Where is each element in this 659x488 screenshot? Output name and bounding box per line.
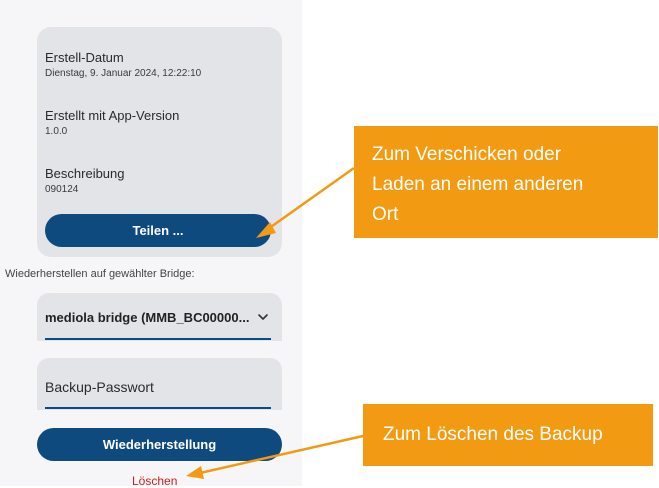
restore-button[interactable]: Wiederherstellung bbox=[37, 428, 282, 461]
share-callout-line-1: Zum Verschicken oder bbox=[372, 144, 562, 165]
app-version-label: Erstellt mit App-Version bbox=[45, 108, 180, 123]
description-value: 090124 bbox=[45, 184, 79, 195]
share-callout: Zum Verschicken oder Laden an einem ande… bbox=[354, 126, 658, 238]
share-button[interactable]: Teilen ... bbox=[45, 214, 271, 247]
bridge-select-value[interactable]: mediola bridge (MMB_BC00000... bbox=[45, 310, 249, 325]
share-callout-line-3: Ort bbox=[372, 204, 399, 225]
app-version-value: 1.0.0 bbox=[45, 126, 68, 137]
password-field-underline bbox=[45, 407, 271, 409]
backup-password-placeholder[interactable]: Backup-Passwort bbox=[45, 379, 154, 395]
bridge-select-underline bbox=[45, 338, 271, 340]
chevron-down-icon[interactable] bbox=[256, 310, 270, 324]
delete-callout: Zum Löschen des Backup bbox=[363, 404, 653, 466]
backup-detail-screen: Erstell-Datum Dienstag, 9. Januar 2024, … bbox=[0, 0, 302, 488]
created-date-label: Erstell-Datum bbox=[45, 50, 124, 65]
created-date-value: Dienstag, 9. Januar 2024, 12:22:10 bbox=[45, 68, 202, 79]
restore-section-label: Wiederherstellen auf gewählter Bridge: bbox=[5, 268, 195, 280]
delete-callout-text: Zum Löschen des Backup bbox=[383, 424, 603, 445]
share-callout-line-2: Laden an einem anderen bbox=[372, 174, 584, 195]
description-label: Beschreibung bbox=[45, 166, 125, 181]
